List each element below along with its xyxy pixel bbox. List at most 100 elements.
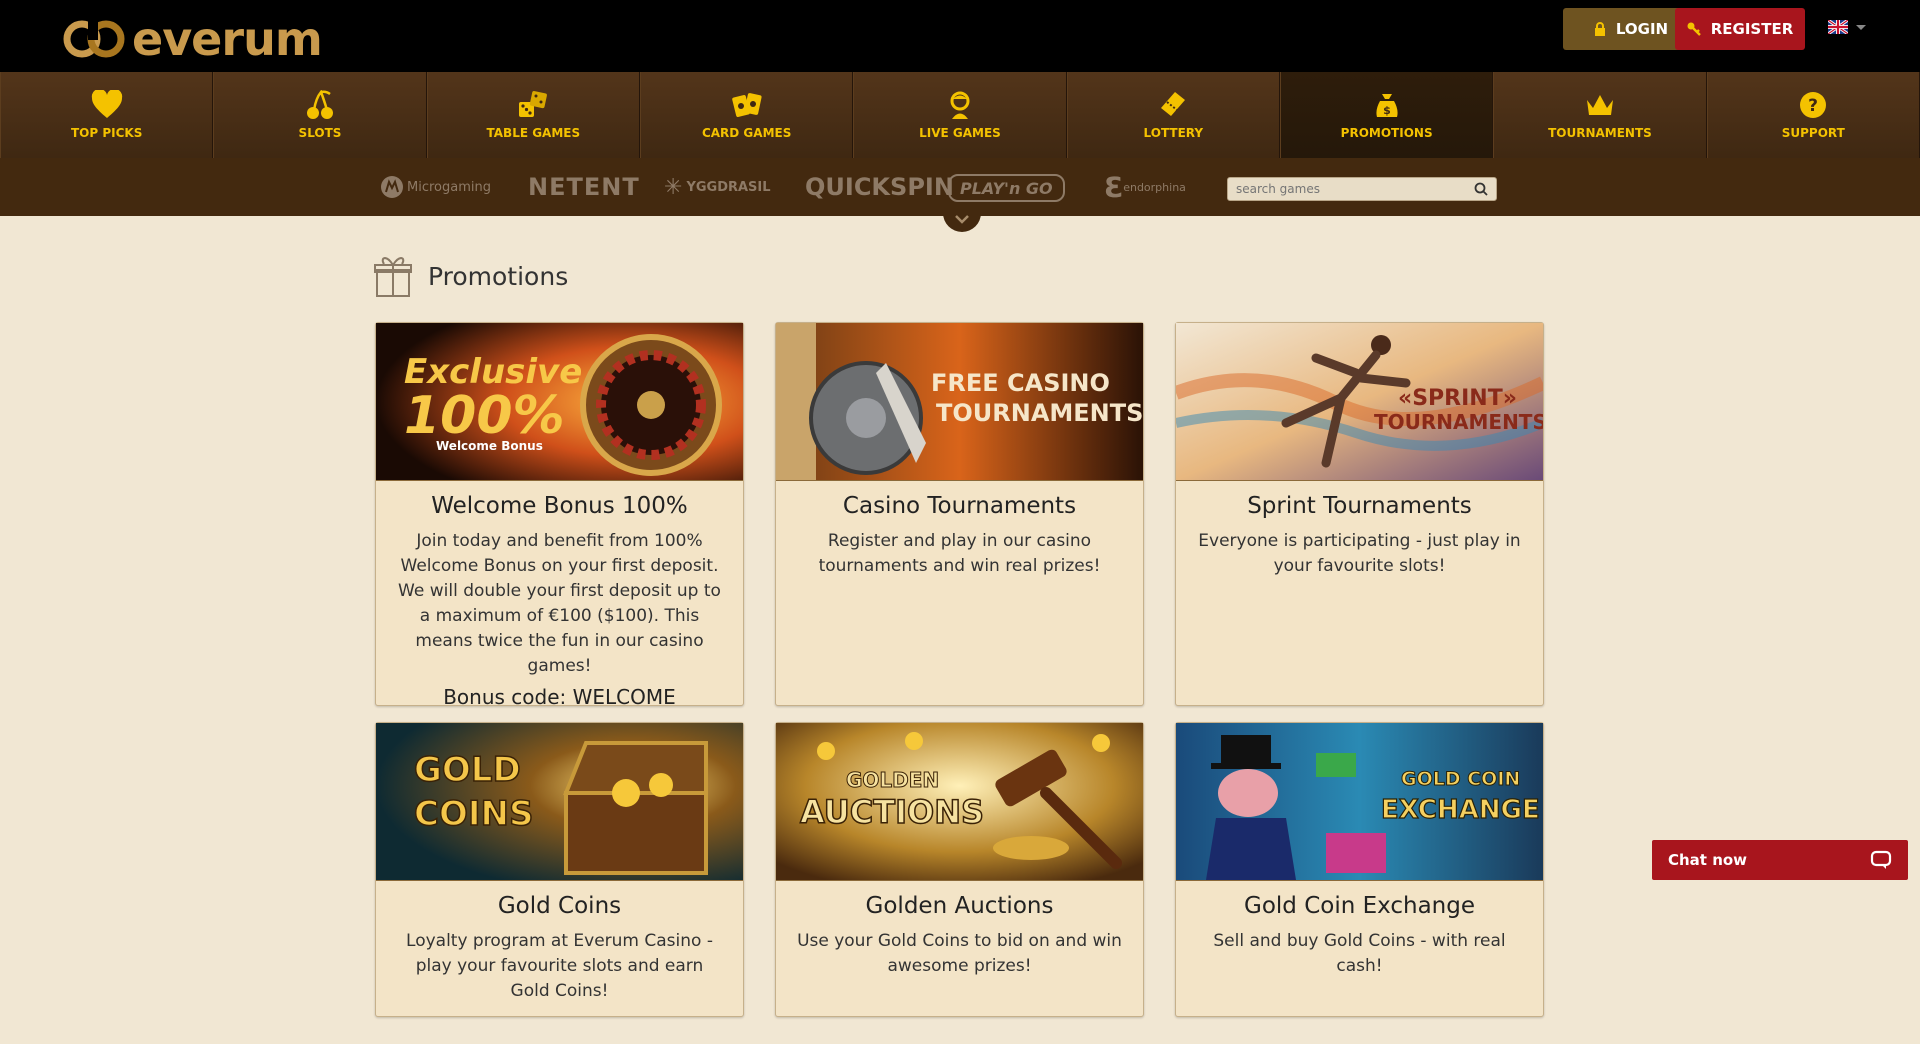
chat-bubble-icon bbox=[1870, 850, 1892, 869]
register-label: REGISTER bbox=[1710, 20, 1794, 38]
yggdrasil-logo-icon: ✳ bbox=[664, 174, 683, 200]
promo-card-gold-coin-exchange[interactable]: GOLD COIN EXCHANGE Gold Coin Exchange Se… bbox=[1175, 722, 1544, 1017]
crown-icon bbox=[1586, 95, 1613, 115]
nav-label: PROMOTIONS bbox=[1340, 126, 1433, 140]
provider-netent[interactable]: NETENT bbox=[528, 172, 640, 202]
promo-title: Welcome Bonus 100% bbox=[431, 493, 688, 519]
dealer-icon bbox=[950, 91, 970, 119]
promo-banner-image: GOLD COINS bbox=[376, 723, 743, 881]
svg-text:GOLDEN: GOLDEN bbox=[846, 768, 939, 792]
chevron-down-icon bbox=[1856, 24, 1866, 30]
promo-title: Gold Coin Exchange bbox=[1244, 893, 1475, 919]
logo-mark-icon bbox=[63, 16, 125, 58]
key-icon bbox=[1687, 22, 1701, 36]
provider-quickspin[interactable]: QUICKSPIN bbox=[805, 172, 954, 202]
svg-text:AUCTIONS: AUCTIONS bbox=[800, 793, 984, 831]
svg-text:GOLD COIN: GOLD COIN bbox=[1401, 768, 1520, 790]
promo-banner-image: Exclusive 100% Welcome Bonus bbox=[376, 323, 743, 481]
provider-label: NETENT bbox=[528, 173, 640, 201]
promo-description: Join today and benefit from 100% Welcome… bbox=[398, 531, 721, 676]
collapse-provider-bar-button[interactable] bbox=[943, 206, 981, 232]
nav-item-top-picks[interactable]: TOP PICKS bbox=[0, 72, 214, 158]
promo-title: Casino Tournaments bbox=[842, 493, 1077, 519]
search-icon[interactable] bbox=[1474, 182, 1488, 196]
nav-label: SLOTS bbox=[298, 126, 342, 140]
promo-description: Sell and buy Gold Coins - with real cash… bbox=[1213, 931, 1506, 976]
svg-text:TOURNAMENTS: TOURNAMENTS bbox=[1374, 410, 1543, 434]
svg-text:«SPRINT»: «SPRINT» bbox=[1398, 386, 1517, 411]
dice-icon bbox=[519, 91, 548, 117]
svg-text:COINS: COINS bbox=[414, 794, 533, 834]
everum-logo[interactable]: everum bbox=[60, 12, 323, 66]
chat-now-button[interactable]: Chat now bbox=[1652, 840, 1908, 880]
ticket-icon bbox=[1161, 92, 1186, 116]
logo-text: everum bbox=[132, 12, 323, 66]
nav-item-table-games[interactable]: TABLE GAMES bbox=[426, 72, 640, 158]
nav-label: TOURNAMENTS bbox=[1548, 126, 1652, 140]
svg-text:$: $ bbox=[1383, 104, 1391, 117]
nav-label: LOTTERY bbox=[1143, 126, 1204, 140]
svg-text:FREE CASINO: FREE CASINO bbox=[931, 369, 1110, 397]
promo-banner-image: GOLDEN AUCTIONS bbox=[776, 723, 1143, 881]
bonus-code: Bonus code: WELCOME bbox=[443, 685, 676, 709]
promo-card-gold-coins[interactable]: GOLD COINS Gold Coins Loyalty program at… bbox=[375, 722, 744, 1017]
nav-label: TOP PICKS bbox=[70, 126, 143, 140]
nav-item-slots[interactable]: SLOTS bbox=[213, 72, 427, 158]
gift-icon bbox=[374, 257, 412, 297]
svg-text:100%: 100% bbox=[404, 386, 565, 446]
promo-banner-image: GOLD COIN EXCHANGE bbox=[1176, 723, 1543, 881]
nav-label: TABLE GAMES bbox=[486, 126, 581, 140]
endorphina-logo-icon: ℇ bbox=[1104, 170, 1122, 204]
nav-item-live-games[interactable]: LIVE GAMES bbox=[853, 72, 1067, 158]
provider-label: endorphina bbox=[1123, 180, 1186, 194]
cards-icon bbox=[731, 93, 762, 117]
page-heading: Promotions bbox=[428, 261, 569, 291]
lock-icon bbox=[1594, 22, 1605, 36]
promo-title: Golden Auctions bbox=[865, 893, 1054, 919]
promo-card-welcome-bonus[interactable]: Exclusive 100% Welcome Bonus Welcome Bon… bbox=[375, 322, 744, 709]
register-button[interactable]: REGISTER bbox=[1675, 8, 1805, 50]
provider-playngo[interactable]: PLAY'n GO bbox=[948, 174, 1065, 202]
money-bag-icon: $ bbox=[1376, 94, 1398, 117]
promo-title: Gold Coins bbox=[497, 893, 622, 919]
nav-label: LIVE GAMES bbox=[919, 126, 1001, 140]
top-bar: everum LOGIN REGISTER bbox=[0, 0, 1920, 72]
promo-card-golden-auctions[interactable]: GOLDEN AUCTIONS Golden Auctions Use your… bbox=[775, 722, 1144, 1017]
search-box[interactable] bbox=[1227, 177, 1497, 201]
nav-item-support[interactable]: ? SUPPORT bbox=[1706, 72, 1920, 158]
login-label: LOGIN bbox=[1615, 20, 1669, 38]
promo-banner-image: FREE CASINO TOURNAMENTS bbox=[776, 323, 1143, 481]
svg-text:TOURNAMENTS: TOURNAMENTS bbox=[936, 399, 1143, 427]
nav-item-card-games[interactable]: CARD GAMES bbox=[639, 72, 854, 158]
provider-label: Microgaming bbox=[407, 179, 491, 195]
promo-card-casino-tournaments[interactable]: FREE CASINO TOURNAMENTS Casino Tournamen… bbox=[775, 322, 1144, 706]
promo-description: Use your Gold Coins to bid on and win aw… bbox=[797, 931, 1122, 976]
svg-text:EXCHANGE: EXCHANGE bbox=[1381, 795, 1540, 825]
svg-text:GOLD: GOLD bbox=[414, 750, 521, 790]
search-input[interactable] bbox=[1236, 182, 1456, 196]
page-title: Promotions bbox=[374, 254, 568, 298]
promo-card-sprint-tournaments[interactable]: «SPRINT» TOURNAMENTS Sprint Tournaments … bbox=[1175, 322, 1544, 706]
promo-description: Register and play in our casino tourname… bbox=[818, 531, 1101, 576]
provider-microgaming[interactable]: Microgaming bbox=[380, 172, 491, 202]
uk-flag-icon bbox=[1828, 20, 1848, 34]
promo-description: Loyalty program at Everum Casino - play … bbox=[406, 931, 713, 1001]
provider-label: QUICKSPIN bbox=[805, 173, 954, 201]
chevron-down-icon bbox=[955, 215, 969, 224]
provider-label: PLAY'n GO bbox=[960, 178, 1053, 198]
svg-text:?: ? bbox=[1808, 96, 1818, 116]
question-icon: ? bbox=[1800, 92, 1827, 118]
nav-item-lottery[interactable]: LOTTERY bbox=[1066, 72, 1280, 158]
main-nav: TOP PICKS SLOTS TABLE GAMES CARD GAMES L… bbox=[0, 72, 1920, 158]
nav-label: CARD GAMES bbox=[701, 126, 792, 140]
promo-title: Sprint Tournaments bbox=[1247, 493, 1472, 519]
promo-banner-image: «SPRINT» TOURNAMENTS bbox=[1176, 323, 1543, 481]
provider-endorphina[interactable]: ℇ endorphina bbox=[1104, 170, 1186, 204]
svg-text:Welcome Bonus: Welcome Bonus bbox=[436, 439, 543, 453]
provider-yggdrasil[interactable]: ✳ YGGDRASIL bbox=[664, 172, 771, 202]
heart-icon bbox=[91, 90, 122, 118]
provider-label: YGGDRASIL bbox=[686, 179, 771, 195]
nav-item-tournaments[interactable]: TOURNAMENTS bbox=[1493, 72, 1707, 158]
nav-item-promotions[interactable]: $ PROMOTIONS bbox=[1279, 72, 1494, 158]
language-selector[interactable] bbox=[1828, 20, 1866, 34]
